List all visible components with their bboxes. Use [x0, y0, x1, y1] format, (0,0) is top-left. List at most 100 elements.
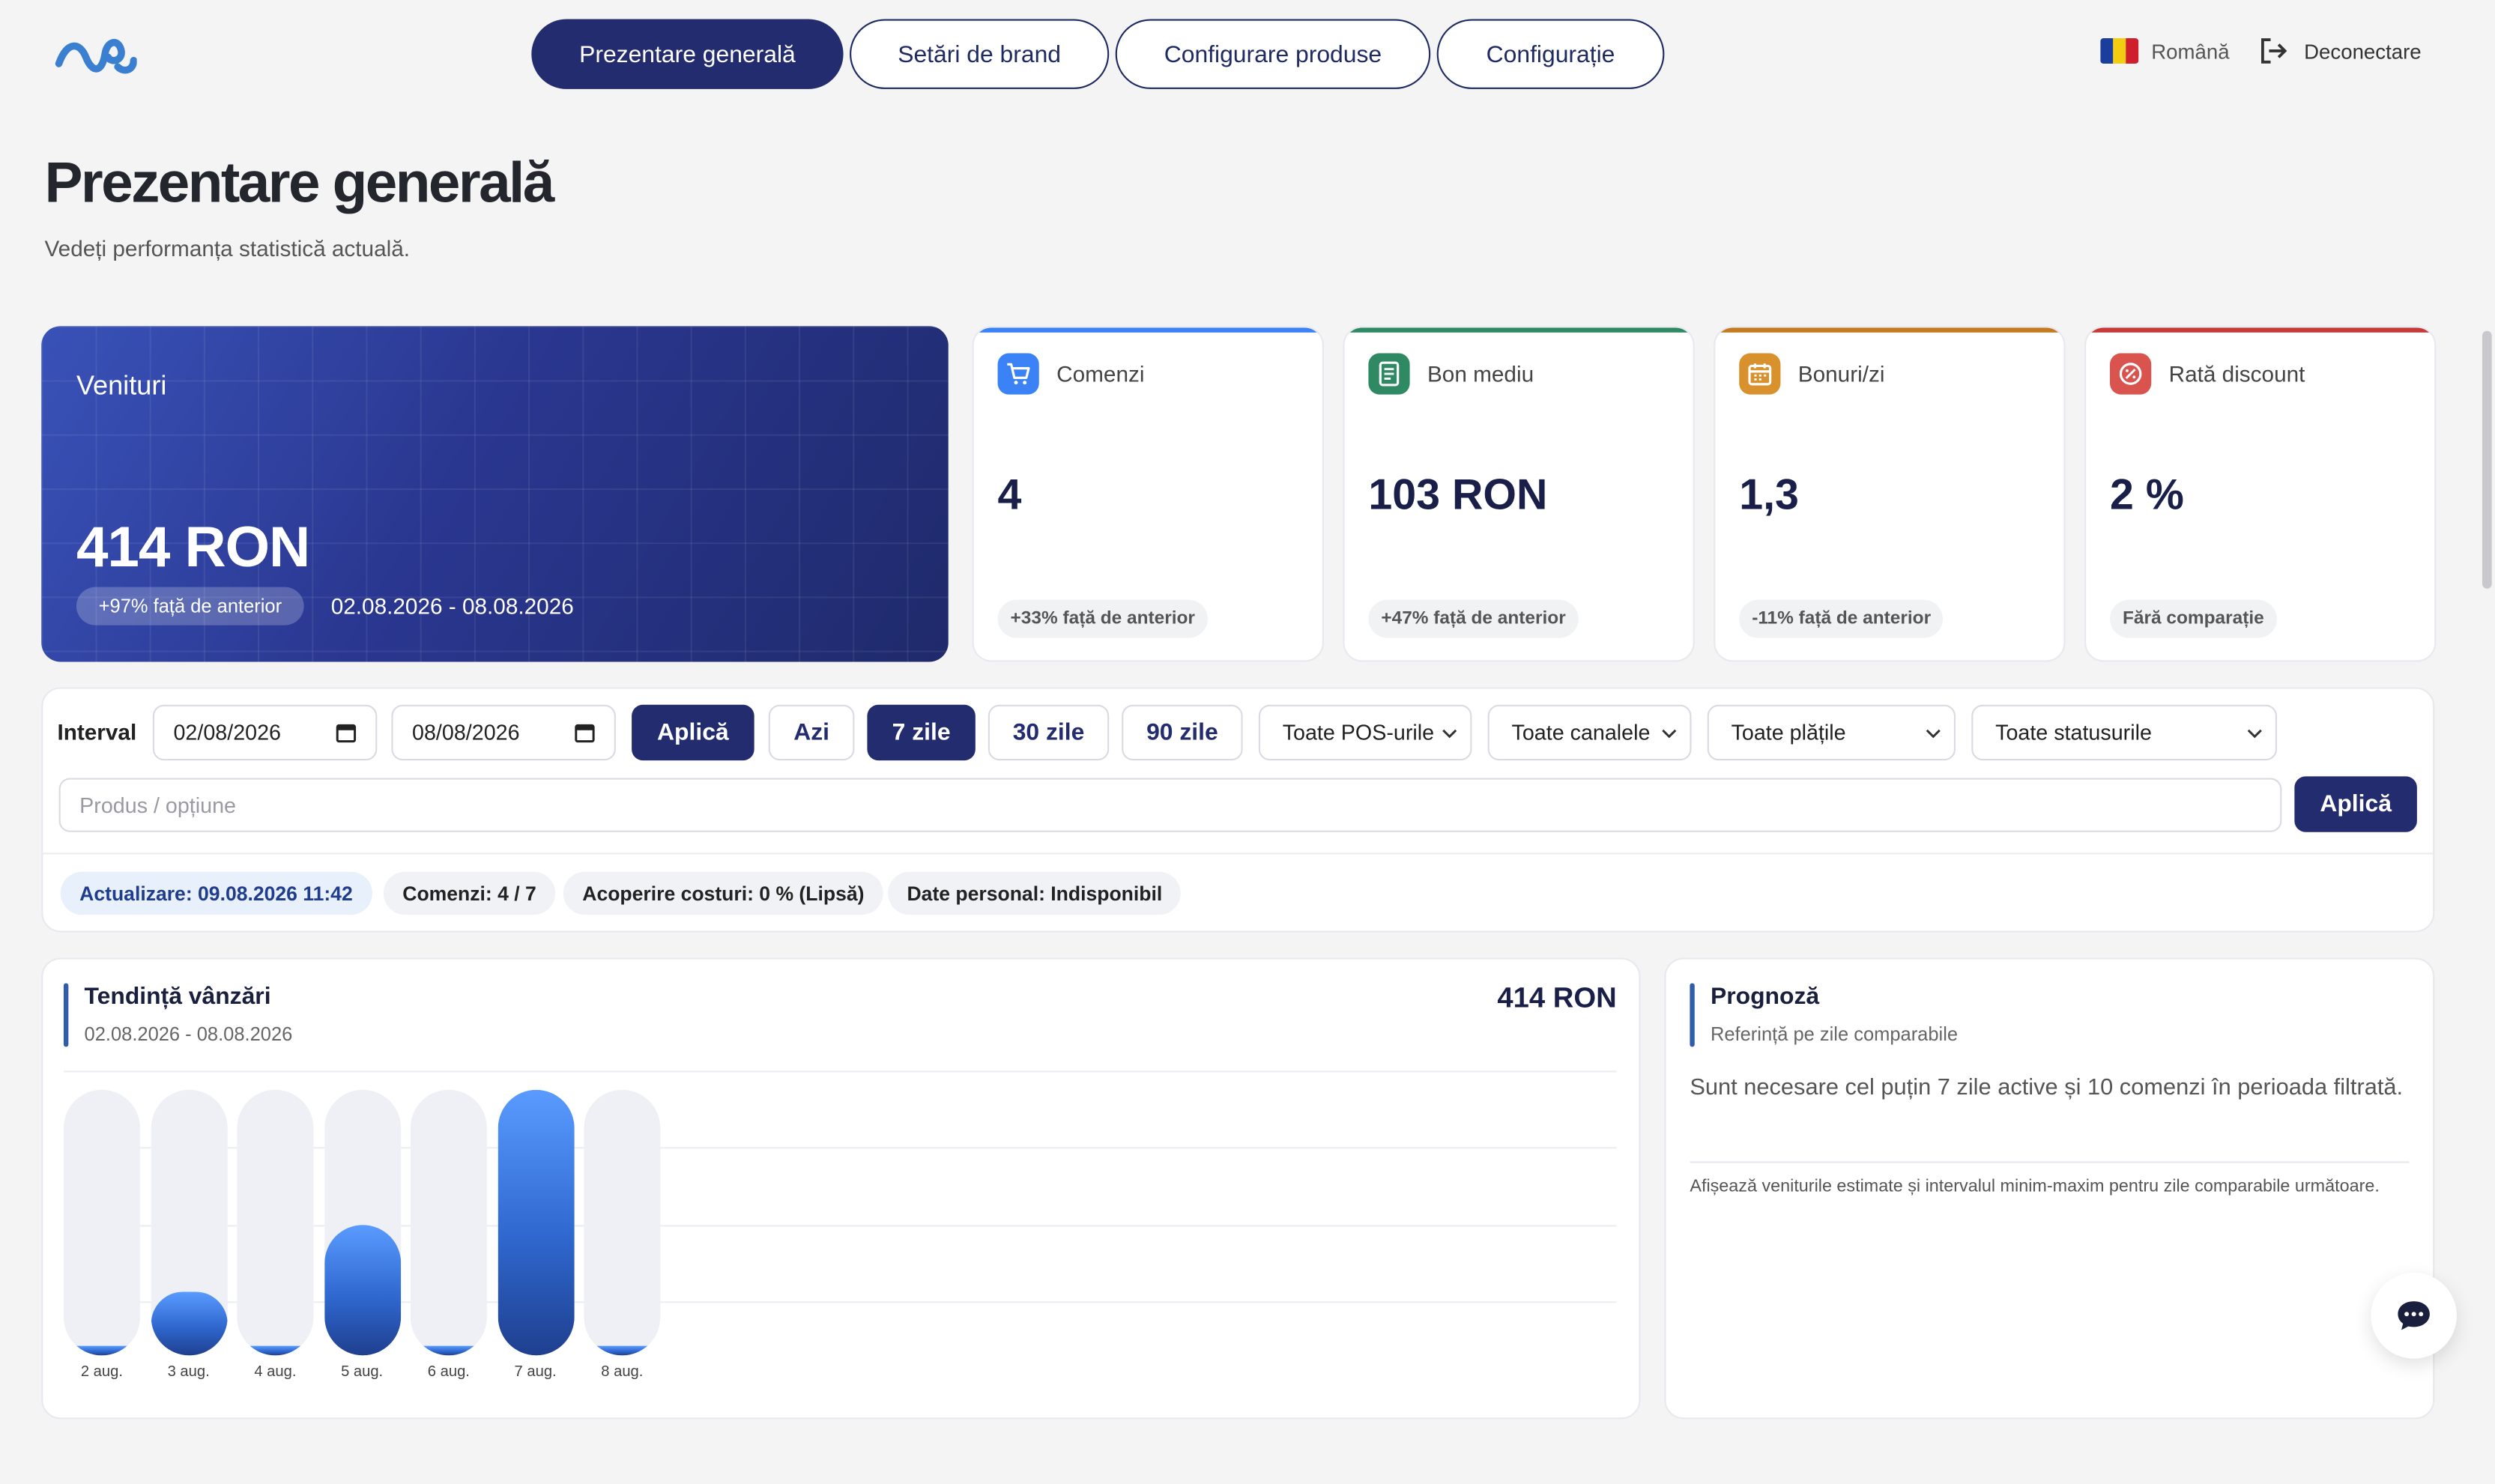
preset-90-zile-button[interactable]: 90 zile	[1122, 704, 1243, 761]
kpi-value: 2 %	[2110, 470, 2184, 519]
divider	[43, 852, 2434, 855]
channel-select-value: Toate canalele	[1511, 721, 1651, 745]
calendar-icon	[575, 724, 595, 743]
chart-bar	[324, 1225, 401, 1356]
chart-bar-track[interactable]	[584, 1089, 661, 1356]
tab-prezentare-generala[interactable]: Prezentare generală	[531, 19, 844, 89]
chart-bar	[584, 1345, 661, 1356]
chart-x-label: 6 aug.	[427, 1363, 470, 1381]
chart-bar	[237, 1345, 314, 1356]
receipt-icon	[1368, 353, 1410, 395]
chat-icon	[2398, 1301, 2430, 1330]
channel-select[interactable]: Toate canalele	[1487, 704, 1692, 761]
status-badge-staff: Date personal: Indisponibil	[888, 871, 1182, 915]
section-accent	[63, 983, 69, 1047]
forecast-title: Prognoză	[1710, 983, 1820, 1011]
chart-bar	[497, 1089, 574, 1356]
revenue-card: Venituri 414 RON +97% față de anterior 0…	[41, 326, 949, 662]
date-from-input[interactable]: 02/08/2026	[152, 704, 378, 761]
product-search-input[interactable]: Produs / opțiune	[58, 778, 2282, 832]
status-badge-orders: Comenzi: 4 / 7	[383, 871, 556, 915]
brand-logo[interactable]	[54, 31, 137, 79]
kpi-card-comenzi: Comenzi 4 +33% față de anterior	[972, 326, 1324, 662]
tab-setari-brand[interactable]: Setări de brand	[850, 19, 1110, 89]
revenue-range: 02.08.2026 - 08.08.2026	[330, 593, 574, 620]
chart-x-label: 5 aug.	[341, 1363, 384, 1381]
page-subtitle: Vedeți performanța statistică actuală.	[44, 235, 411, 261]
forecast-note: Afișează veniturile estimate și interval…	[1690, 1177, 2380, 1197]
kpi-change-badge: -11% față de anterior	[1739, 599, 1944, 638]
kpi-change-badge: +33% față de anterior	[997, 599, 1208, 638]
chart-bar-track[interactable]	[324, 1089, 401, 1356]
preset-30-zile-button[interactable]: 30 zile	[988, 704, 1110, 761]
status-badge-updated: Actualizare: 09.08.2026 11:42	[60, 871, 372, 915]
trend-range: 02.08.2026 - 08.08.2026	[84, 1023, 293, 1046]
kpi-label: Bonuri/zi	[1797, 361, 1885, 387]
cart-icon	[997, 353, 1039, 395]
payment-select[interactable]: Toate plățile	[1707, 704, 1956, 761]
calendar-icon	[336, 724, 357, 743]
chart-x-label: 3 aug.	[167, 1363, 210, 1381]
status-select-value: Toate statusurile	[1995, 721, 2152, 745]
chart-bar	[150, 1291, 227, 1356]
grid-line	[63, 1070, 1617, 1073]
chart-bar-track[interactable]	[150, 1089, 227, 1356]
chart-x-label: 8 aug.	[601, 1363, 644, 1381]
chart-bar-track[interactable]	[237, 1089, 314, 1356]
revenue-value: 414 RON	[76, 513, 310, 580]
tab-configuratie[interactable]: Configurație	[1436, 19, 1665, 89]
preset-7-zile-button[interactable]: 7 zile	[867, 704, 976, 761]
kpi-value: 1,3	[1739, 470, 1799, 519]
app-root: Prezentare generală Setări de brand Conf…	[0, 0, 2495, 1484]
forecast-subtitle: Referință pe zile comparabile	[1710, 1023, 1959, 1046]
trend-title: Tendință vânzări	[84, 983, 271, 1011]
section-accent	[1690, 983, 1695, 1047]
chart-x-label: 4 aug.	[254, 1363, 297, 1381]
chart-x-label: 2 aug.	[80, 1363, 123, 1381]
payment-select-value: Toate plățile	[1731, 721, 1846, 745]
apply-search-button[interactable]: Aplică	[2294, 776, 2417, 832]
chat-button[interactable]	[2371, 1272, 2457, 1359]
chart-bar	[63, 1345, 140, 1356]
kpi-card-bon-mediu: Bon mediu 103 RON +47% față de anterior	[1343, 326, 1695, 662]
kpi-value: 4	[997, 470, 1022, 519]
chart-bar-track[interactable]	[410, 1089, 487, 1356]
chart-x-label: 7 aug.	[514, 1363, 557, 1381]
romania-flag-icon	[2100, 37, 2139, 64]
language-switch[interactable]: Română	[2100, 37, 2230, 64]
pos-select[interactable]: Toate POS-urile	[1258, 704, 1472, 761]
apply-interval-button[interactable]: Aplică	[632, 704, 754, 761]
forecast-message: Sunt necesare cel puțin 7 zile active și…	[1690, 1075, 2404, 1101]
date-from-value: 02/08/2026	[173, 721, 281, 745]
chart-bar	[410, 1345, 487, 1356]
language-label: Română	[2151, 39, 2230, 63]
kpi-label: Comenzi	[1056, 361, 1145, 387]
date-to-input[interactable]: 08/08/2026	[391, 704, 616, 761]
date-to-value: 08/08/2026	[412, 721, 520, 745]
status-badge-costs: Acoperire costuri: 0 % (Lipsă)	[563, 871, 883, 915]
kpi-label: Rată discount	[2168, 361, 2305, 387]
chevron-down-icon	[2247, 728, 2262, 738]
preset-azi-button[interactable]: Azi	[768, 704, 855, 761]
chevron-down-icon	[1662, 728, 1677, 738]
logout-label: Deconectare	[2304, 39, 2422, 63]
interval-label: Interval	[57, 718, 137, 745]
discount-icon	[2110, 353, 2152, 395]
divider	[1690, 1161, 2410, 1163]
kpi-change-badge: +47% față de anterior	[1368, 599, 1579, 638]
tab-configurare-produse[interactable]: Configurare produse	[1115, 19, 1431, 89]
status-select[interactable]: Toate statusurile	[1971, 704, 2278, 761]
kpi-label: Bon mediu	[1427, 361, 1534, 387]
logout-button[interactable]: Deconectare	[2260, 38, 2422, 64]
calendar-icon	[1739, 353, 1781, 395]
scrollbar-thumb[interactable]	[2482, 330, 2492, 589]
page-title: Prezentare generală	[44, 149, 554, 215]
revenue-title: Venituri	[76, 370, 167, 402]
chart-bar-track[interactable]	[497, 1089, 574, 1356]
kpi-card-rata-discount: Rată discount 2 % Fără comparație	[2084, 326, 2437, 662]
trend-total: 414 RON	[1497, 981, 1617, 1014]
chart-bar-track[interactable]	[63, 1089, 140, 1356]
pos-select-value: Toate POS-urile	[1282, 721, 1435, 745]
chevron-down-icon	[1926, 728, 1941, 738]
kpi-change-badge: Fără comparație	[2110, 599, 2277, 638]
